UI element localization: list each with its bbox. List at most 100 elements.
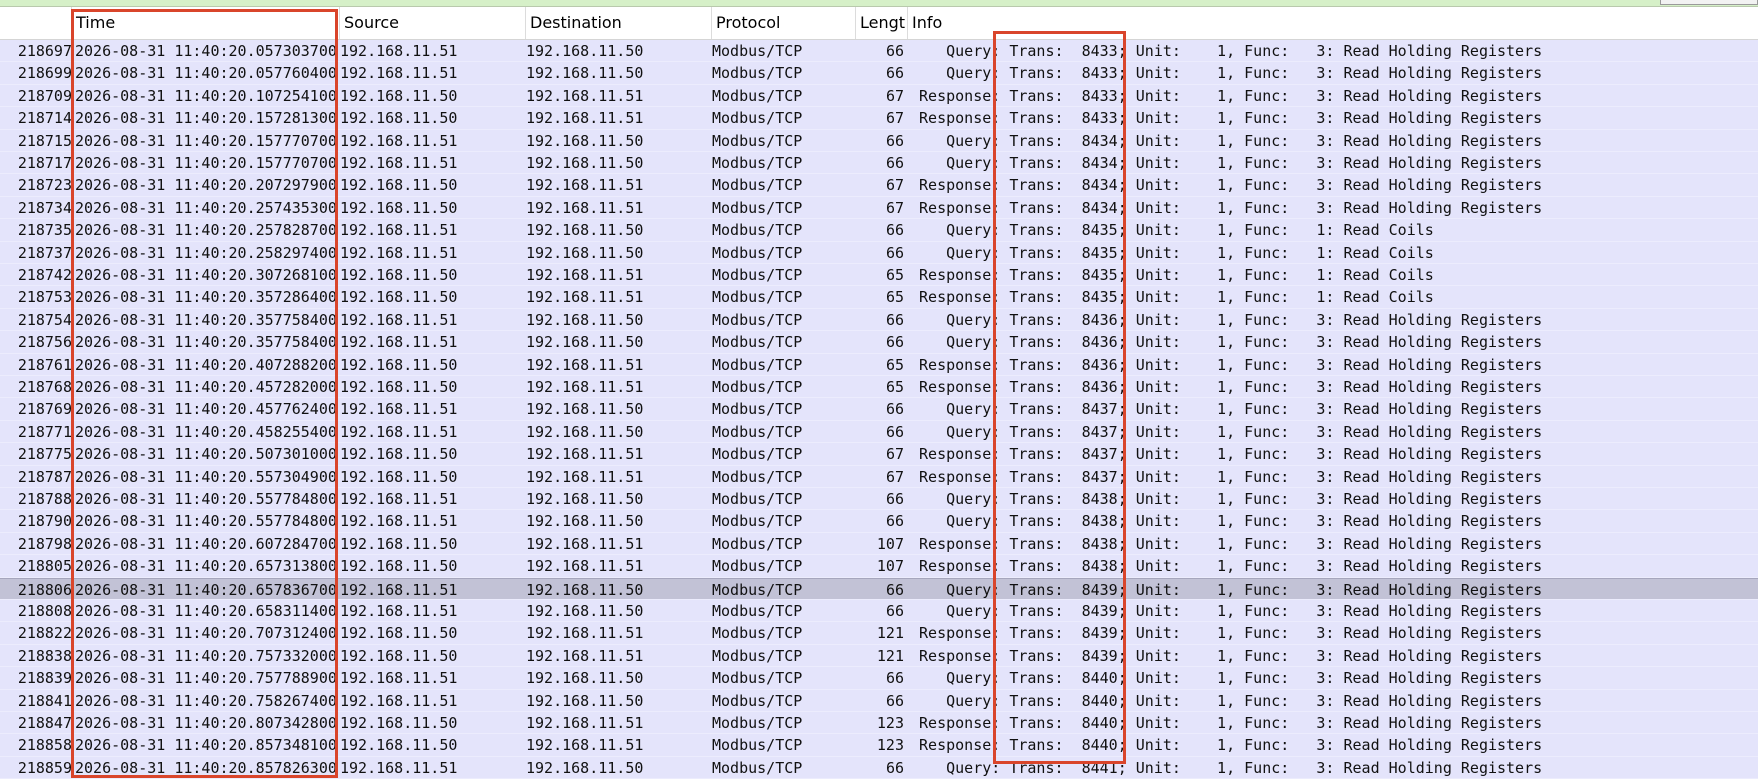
packet-time: 2026-08-31 11:40:20.658311400 [75, 602, 337, 620]
packet-length: 121 [876, 624, 904, 643]
packet-source: 192.168.11.51 [340, 580, 458, 599]
packet-time: 2026-08-31 11:40:20.557784800 [75, 512, 337, 531]
column-header-no[interactable] [0, 7, 72, 39]
packet-row[interactable]: 218734 2026-08-31 11:40:20.257435300 192.1… [0, 196, 1758, 220]
packet-row[interactable]: 218839 2026-08-31 11:40:20.757788900 192.1… [0, 667, 1758, 690]
packet-row[interactable]: 218787 2026-08-31 11:40:20.557304900 192.1… [0, 465, 1758, 488]
packet-time: 2026-08-31 11:40:20.057760400 [75, 64, 337, 83]
packet-row[interactable]: 218709 2026-08-31 11:40:20.107254100 192.1… [0, 84, 1758, 108]
packet-row[interactable]: 218838 2026-08-31 11:40:20.757332000 192.1… [0, 644, 1758, 668]
packet-info: Response: Trans: 8440; Unit: 1, Func: 3:… [910, 714, 1543, 732]
packet-row[interactable]: 218841 2026-08-31 11:40:20.758267400 192.1… [0, 689, 1758, 712]
packet-row[interactable]: 218806 2026-08-31 11:40:20.657836700 192.1… [0, 577, 1758, 600]
packet-time: 2026-08-31 11:40:20.457762400 [75, 400, 337, 419]
packet-row[interactable]: 218859 2026-08-31 11:40:20.857826300 192.1… [0, 756, 1758, 780]
packet-row[interactable]: 218699 2026-08-31 11:40:20.057760400 192.1… [0, 62, 1758, 85]
packet-row[interactable]: 218761 2026-08-31 11:40:20.407288200 192.1… [0, 353, 1758, 376]
packet-destination: 192.168.11.51 [526, 288, 644, 307]
packet-protocol: Modbus/TCP [712, 490, 803, 508]
packet-row[interactable]: 218737 2026-08-31 11:40:20.258297400 192.1… [0, 241, 1758, 264]
packet-row[interactable]: 218822 2026-08-31 11:40:20.707312400 192.1… [0, 622, 1758, 645]
packet-number: 218735 [17, 221, 72, 240]
column-header-source[interactable]: Source [340, 7, 526, 39]
column-header-protocol[interactable]: Protocol [712, 7, 856, 39]
top-scrollbar[interactable] [0, 0, 1758, 7]
packet-source: 192.168.11.51 [340, 42, 458, 60]
packet-list[interactable]: 218697 2026-08-31 11:40:20.057303700 192.1… [0, 40, 1758, 781]
packet-time: 2026-08-31 11:40:20.357758400 [75, 310, 337, 329]
packet-time: 2026-08-31 11:40:20.107254100 [75, 86, 337, 105]
column-header-info[interactable]: Info [908, 7, 1758, 39]
packet-row[interactable]: 218735 2026-08-31 11:40:20.257828700 192.1… [0, 219, 1758, 242]
packet-time: 2026-08-31 11:40:20.257435300 [75, 198, 337, 217]
packet-time: 2026-08-31 11:40:20.257828700 [75, 221, 337, 240]
packet-time: 2026-08-31 11:40:20.758267400 [75, 691, 337, 710]
packet-row[interactable]: 218769 2026-08-31 11:40:20.457762400 192.1… [0, 398, 1758, 421]
packet-time: 2026-08-31 11:40:20.807342800 [75, 714, 337, 732]
packet-number: 218756 [17, 333, 72, 352]
packet-row[interactable]: 218717 2026-08-31 11:40:20.157770700 192.1… [0, 152, 1758, 175]
packet-row[interactable]: 218715 2026-08-31 11:40:20.157770700 192.1… [0, 129, 1758, 152]
packet-info: Query: Trans: 8437; Unit: 1, Func: 3: Re… [910, 422, 1543, 441]
column-header-time[interactable]: Time [72, 7, 340, 39]
packet-length: 67 [885, 445, 904, 464]
packet-protocol: Modbus/TCP [712, 154, 803, 172]
packet-row[interactable]: 218697 2026-08-31 11:40:20.057303700 192.1… [0, 40, 1758, 63]
packet-destination: 192.168.11.51 [526, 176, 644, 195]
packet-length: 67 [885, 176, 904, 195]
packet-protocol: Modbus/TCP [712, 266, 803, 284]
packet-row[interactable]: 218723 2026-08-31 11:40:20.207297900 192.1… [0, 174, 1758, 197]
scroll-thumb[interactable] [1660, 0, 1758, 5]
packet-source: 192.168.11.51 [340, 602, 458, 620]
packet-source: 192.168.11.51 [340, 221, 458, 240]
packet-destination: 192.168.11.51 [526, 714, 644, 732]
packet-row[interactable]: 218847 2026-08-31 11:40:20.807342800 192.1… [0, 712, 1758, 735]
packet-destination: 192.168.11.51 [526, 266, 644, 284]
packet-length: 66 [885, 42, 904, 60]
packet-time: 2026-08-31 11:40:20.557304900 [75, 467, 337, 486]
packet-length: 66 [885, 602, 904, 620]
packet-number: 218859 [17, 758, 72, 777]
packet-length: 66 [885, 580, 904, 599]
packet-source: 192.168.11.51 [340, 490, 458, 508]
packet-length: 65 [885, 355, 904, 374]
packet-length: 66 [885, 691, 904, 710]
packet-row[interactable]: 218790 2026-08-31 11:40:20.557784800 192.1… [0, 510, 1758, 533]
packet-row[interactable]: 218788 2026-08-31 11:40:20.557784800 192.1… [0, 488, 1758, 511]
column-header-destination[interactable]: Destination [526, 7, 712, 39]
packet-row[interactable]: 218742 2026-08-31 11:40:20.307268100 192.1… [0, 264, 1758, 287]
packet-row[interactable]: 218768 2026-08-31 11:40:20.457282000 192.1… [0, 376, 1758, 399]
packet-destination: 192.168.11.51 [526, 534, 644, 553]
packet-protocol: Modbus/TCP [712, 445, 803, 464]
packet-row[interactable]: 218775 2026-08-31 11:40:20.507301000 192.1… [0, 443, 1758, 466]
packet-row[interactable]: 218798 2026-08-31 11:40:20.607284700 192.1… [0, 532, 1758, 556]
packet-number: 218808 [17, 602, 72, 620]
packet-row[interactable]: 218756 2026-08-31 11:40:20.357758400 192.1… [0, 331, 1758, 354]
packet-length: 65 [885, 378, 904, 396]
packet-source: 192.168.11.51 [340, 131, 458, 150]
packet-row[interactable]: 218771 2026-08-31 11:40:20.458255400 192.1… [0, 420, 1758, 444]
packet-number: 218822 [17, 624, 72, 643]
packet-time: 2026-08-31 11:40:20.157770700 [75, 131, 337, 150]
packet-row[interactable]: 218805 2026-08-31 11:40:20.657313800 192.1… [0, 555, 1758, 578]
packet-destination: 192.168.11.51 [526, 467, 644, 486]
packet-number: 218717 [17, 154, 72, 172]
packet-destination: 192.168.11.51 [526, 355, 644, 374]
packet-row[interactable]: 218714 2026-08-31 11:40:20.157281300 192.1… [0, 107, 1758, 130]
packet-row[interactable]: 218753 2026-08-31 11:40:20.357286400 192.1… [0, 286, 1758, 309]
packet-protocol: Modbus/TCP [712, 42, 803, 60]
column-header-length[interactable]: Lengt [856, 7, 908, 39]
packet-row[interactable]: 218858 2026-08-31 11:40:20.857348100 192.1… [0, 734, 1758, 757]
packet-source: 192.168.11.50 [340, 445, 458, 464]
packet-row[interactable]: 218754 2026-08-31 11:40:20.357758400 192.1… [0, 308, 1758, 332]
packet-number: 218753 [17, 288, 72, 307]
packet-source: 192.168.11.50 [340, 86, 458, 105]
packet-row[interactable]: 218808 2026-08-31 11:40:20.658311400 192.1… [0, 600, 1758, 623]
packet-number: 218715 [17, 131, 72, 150]
packet-source: 192.168.11.51 [340, 154, 458, 172]
packet-number: 218841 [17, 691, 72, 710]
packet-length: 66 [885, 669, 904, 688]
packet-destination: 192.168.11.51 [526, 86, 644, 105]
packet-length: 107 [876, 557, 904, 576]
packet-length: 66 [885, 221, 904, 240]
